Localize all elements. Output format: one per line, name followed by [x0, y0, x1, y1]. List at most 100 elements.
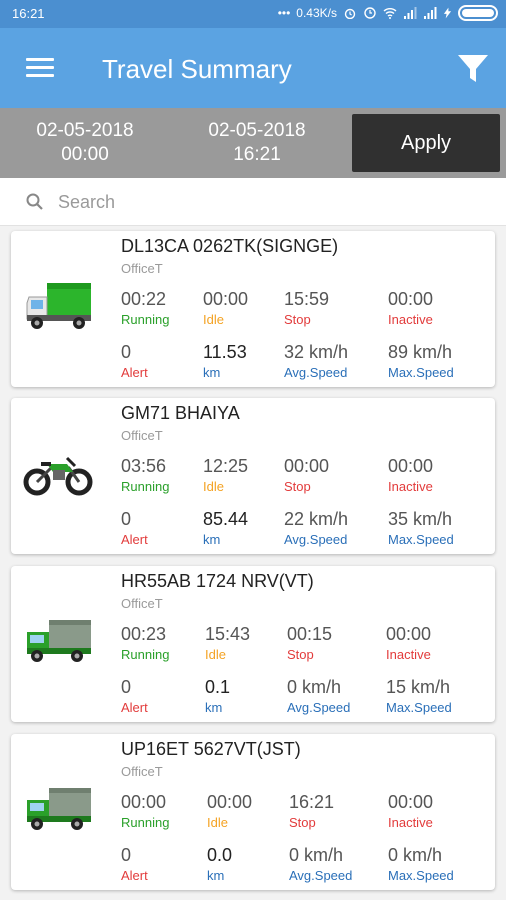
to-date-picker[interactable]: 02-05-2018 16:21 [192, 119, 322, 167]
stop-label: Stop [287, 647, 314, 662]
distance-value: 0.0 [207, 845, 233, 865]
network-speed: 0.43K/s [296, 6, 337, 20]
signal-icon [404, 7, 417, 19]
max-speed-value: 15 km/h [386, 677, 451, 697]
vehicle-org: OfficeT [121, 261, 163, 276]
running-label: Running [121, 815, 170, 830]
search-icon [26, 193, 43, 210]
inactive-label: Inactive [388, 312, 433, 327]
status-bar: 16:21 ••• 0.43K/s [0, 0, 506, 28]
inactive-stat: 00:00 Inactive [386, 623, 431, 663]
stop-value: 15:59 [284, 289, 330, 309]
alert-stat: 0 Alert [121, 676, 148, 716]
distance-label: km [207, 868, 225, 883]
stop-stat: 16:21 Stop [289, 791, 334, 831]
alert-value: 0 [121, 509, 132, 529]
alert-value: 0 [121, 342, 132, 362]
running-stat: 03:56 Running [121, 455, 169, 495]
green-lorry-icon [27, 620, 91, 662]
max-speed-stat: 0 km/h Max.Speed [388, 844, 454, 884]
running-stat: 00:00 Running [121, 791, 169, 831]
idle-label: Idle [203, 479, 224, 494]
search-input[interactable] [58, 186, 478, 218]
battery-icon [458, 5, 498, 21]
vehicle-name: GM71 BHAIYA [121, 403, 240, 423]
avg-speed-value: 22 km/h [284, 509, 349, 529]
idle-stat: 15:43 Idle [205, 623, 250, 663]
distance-stat: 11.53 km [203, 341, 247, 381]
status-time: 16:21 [12, 6, 45, 21]
running-label: Running [121, 312, 170, 327]
stop-value: 16:21 [289, 792, 335, 812]
funnel-filter-icon[interactable] [456, 52, 490, 86]
vehicle-card[interactable]: UP16ET 5627VT(JST) OfficeT 00:00 Running … [11, 734, 495, 890]
distance-stat: 85.44 km [203, 508, 248, 548]
idle-value: 00:00 [207, 792, 253, 812]
vehicle-card[interactable]: GM71 BHAIYA OfficeT 03:56 Running 12:25 Id… [11, 398, 495, 554]
idle-value: 12:25 [203, 456, 249, 476]
alert-label: Alert [121, 868, 148, 883]
alert-value: 0 [121, 677, 132, 697]
hamburger-menu-icon[interactable] [26, 58, 54, 80]
vehicle-name: UP16ET 5627VT(JST) [121, 739, 301, 759]
stop-label: Stop [284, 479, 311, 494]
alert-label: Alert [121, 365, 148, 380]
max-speed-value: 89 km/h [388, 342, 453, 362]
avg-speed-stat: 0 km/h Avg.Speed [287, 676, 350, 716]
running-value: 00:23 [121, 624, 167, 644]
running-value: 00:00 [121, 792, 167, 812]
avg-speed-value: 0 km/h [287, 677, 342, 697]
stop-label: Stop [289, 815, 316, 830]
inactive-stat: 00:00 Inactive [388, 455, 433, 495]
idle-label: Idle [207, 815, 228, 830]
idle-stat: 00:00 Idle [203, 288, 248, 328]
max-speed-stat: 15 km/h Max.Speed [386, 676, 452, 716]
inactive-label: Inactive [388, 815, 433, 830]
vehicle-name: HR55AB 1724 NRV(VT) [121, 571, 314, 591]
vehicle-org: OfficeT [121, 764, 163, 779]
apply-button[interactable]: Apply [352, 114, 500, 172]
distance-value: 85.44 [203, 509, 249, 529]
alarm-icon [344, 8, 356, 19]
from-date-picker[interactable]: 02-05-2018 00:00 [20, 119, 150, 167]
distance-label: km [205, 700, 223, 715]
distance-value: 0.1 [205, 677, 231, 697]
distance-value: 11.53 [203, 342, 247, 362]
avg-speed-label: Avg.Speed [289, 868, 353, 883]
stop-stat: 15:59 Stop [284, 288, 329, 328]
distance-label: km [203, 532, 221, 547]
wifi-icon [383, 8, 397, 19]
avg-speed-label: Avg.Speed [287, 700, 351, 715]
clock-icon [364, 7, 376, 19]
stop-stat: 00:00 Stop [284, 455, 329, 495]
vehicle-org: OfficeT [121, 596, 163, 611]
green-truck-icon [26, 283, 91, 329]
vehicle-org: OfficeT [121, 428, 163, 443]
alert-value: 0 [121, 845, 132, 865]
avg-speed-label: Avg.Speed [284, 532, 348, 547]
from-time: 00:00 [61, 144, 109, 165]
signal-icon [424, 7, 437, 19]
stop-value: 00:00 [284, 456, 330, 476]
inactive-value: 00:00 [388, 456, 434, 476]
avg-speed-label: Avg.Speed [284, 365, 348, 380]
distance-stat: 0.0 km [207, 844, 232, 884]
alert-label: Alert [121, 700, 148, 715]
idle-value: 15:43 [205, 624, 251, 644]
alert-label: Alert [121, 532, 148, 547]
stop-value: 00:15 [287, 624, 333, 644]
stop-stat: 00:15 Stop [287, 623, 332, 663]
max-speed-value: 0 km/h [388, 845, 443, 865]
max-speed-value: 35 km/h [388, 509, 453, 529]
avg-speed-stat: 22 km/h Avg.Speed [284, 508, 348, 548]
inactive-value: 00:00 [388, 289, 434, 309]
running-label: Running [121, 647, 170, 662]
vehicle-card[interactable]: HR55AB 1724 NRV(VT) OfficeT 00:23 Running… [11, 566, 495, 722]
running-value: 00:22 [121, 289, 167, 309]
vehicle-card[interactable]: DL13CA 0262TK(SIGNGE) OfficeT 00:22 Runni… [11, 231, 495, 387]
inactive-value: 00:00 [388, 792, 434, 812]
max-speed-label: Max.Speed [386, 700, 452, 715]
green-lorry-icon [27, 788, 91, 830]
inactive-stat: 00:00 Inactive [388, 288, 433, 328]
idle-stat: 00:00 Idle [207, 791, 252, 831]
